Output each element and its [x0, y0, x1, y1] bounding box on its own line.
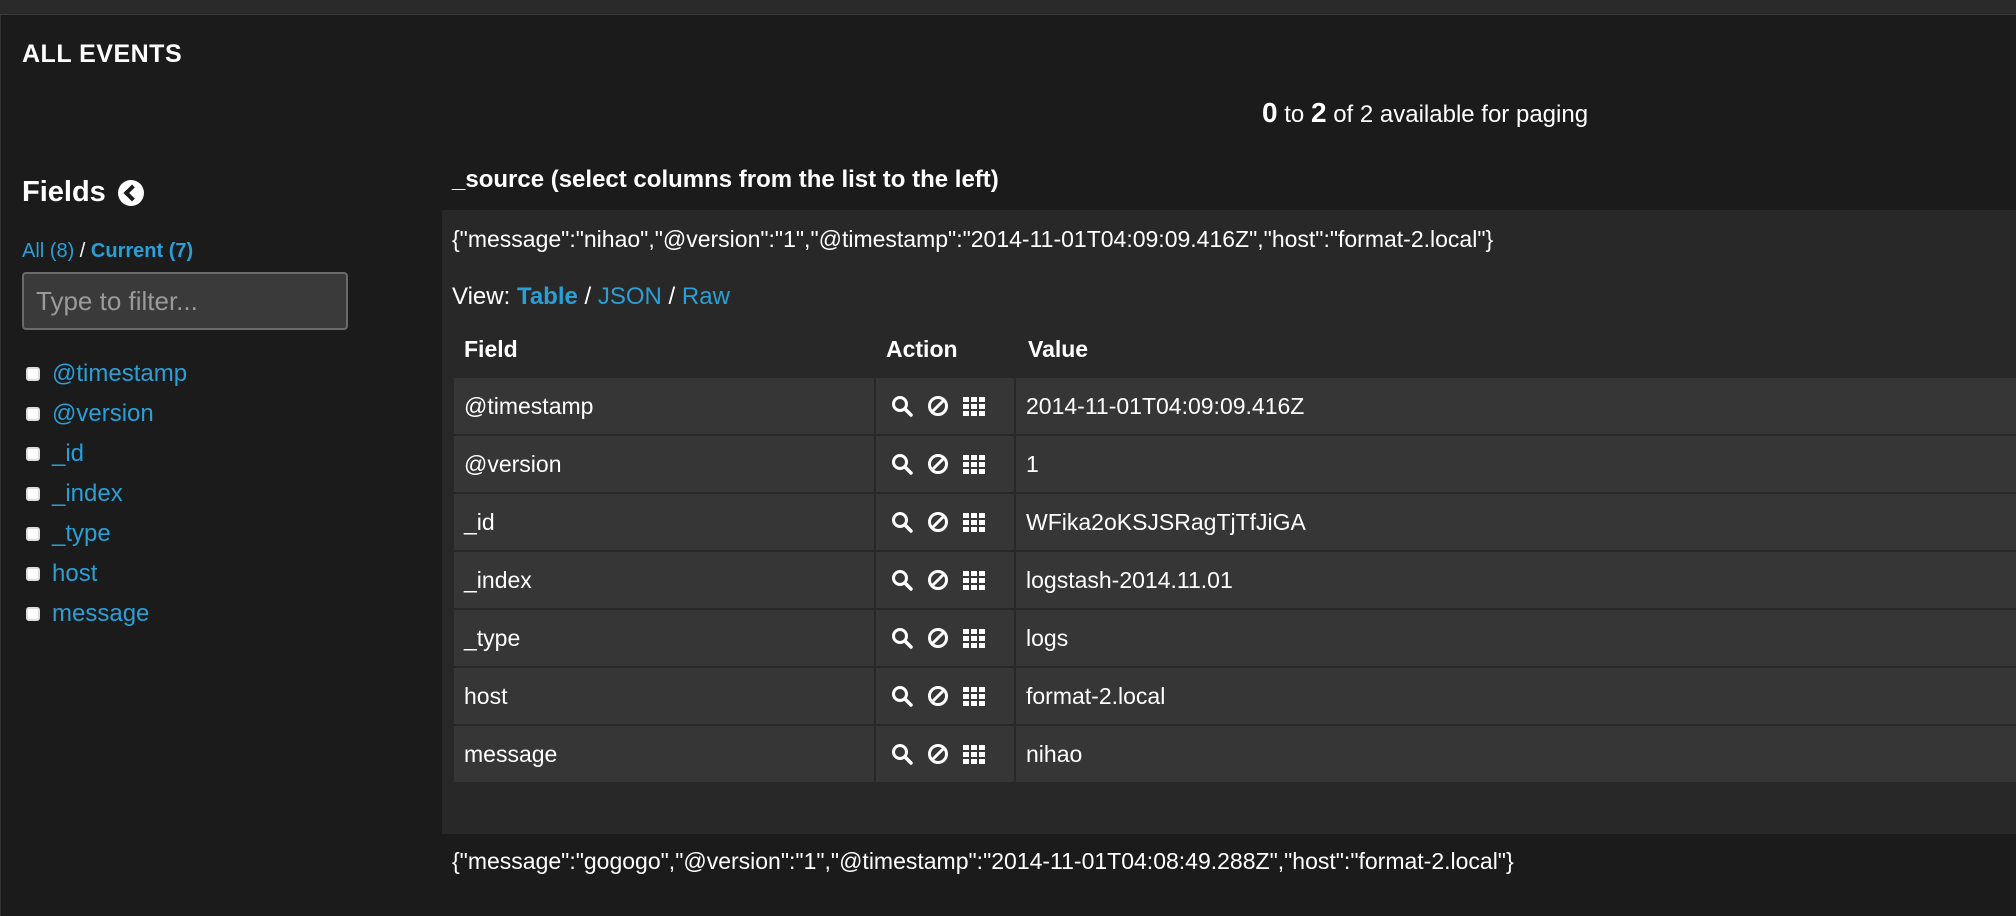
search-icon[interactable] — [890, 684, 914, 708]
fields-title: Fields — [22, 176, 106, 208]
field-name-cell: host — [454, 668, 874, 724]
table-row: _type logs — [454, 610, 2016, 666]
field-link[interactable]: _type — [52, 520, 111, 548]
column-header-action: Action — [886, 336, 958, 362]
th-grid-icon[interactable] — [962, 626, 986, 650]
field-link[interactable]: host — [52, 560, 97, 588]
th-grid-icon[interactable] — [962, 568, 986, 592]
tab-current-fields[interactable]: Current (7) — [91, 240, 193, 262]
ban-icon[interactable] — [926, 684, 950, 708]
paging-info: 0 to 2 of 2 available for paging — [1262, 97, 1588, 129]
field-name-cell: _type — [454, 610, 874, 666]
paging-rest: of 2 available for paging — [1333, 101, 1589, 128]
panel-title: ALL EVENTS — [22, 40, 183, 68]
field-value-cell: WFika2oKSJSRagTjTfJiGA — [1016, 494, 2016, 550]
field-filter-input[interactable] — [22, 272, 348, 330]
paging-to: 2 — [1310, 97, 1327, 128]
field-name-cell: @timestamp — [454, 378, 874, 434]
view-label: View: — [452, 283, 511, 310]
field-value-cell: nihao — [1016, 726, 2016, 782]
ban-icon[interactable] — [926, 394, 950, 418]
field-checkbox[interactable] — [26, 447, 40, 461]
search-icon[interactable] — [890, 394, 914, 418]
field-filter-tabs: All (8) / Current (7) — [22, 240, 193, 263]
ban-icon[interactable] — [926, 742, 950, 766]
search-icon[interactable] — [890, 452, 914, 476]
ban-icon[interactable] — [926, 626, 950, 650]
field-checkbox[interactable] — [26, 607, 40, 621]
field-value-cell: logstash-2014.11.01 — [1016, 552, 2016, 608]
event-source-json[interactable]: {"message":"nihao","@version":"1","@time… — [452, 226, 1493, 253]
paging-from: 0 — [1262, 97, 1278, 128]
field-list-item: message — [26, 594, 187, 634]
field-list-item: _id — [26, 434, 187, 474]
field-name-cell: message — [454, 726, 874, 782]
table-row: host format-2.local — [454, 668, 2016, 724]
tab-separator: / — [79, 240, 86, 262]
field-list-item: @timestamp — [26, 354, 187, 394]
field-checkbox[interactable] — [26, 407, 40, 421]
search-icon[interactable] — [890, 742, 914, 766]
event-source-json[interactable]: {"message":"gogogo","@version":"1","@tim… — [452, 848, 1514, 875]
top-bar — [0, 0, 2016, 15]
search-icon[interactable] — [890, 568, 914, 592]
ban-icon[interactable] — [926, 452, 950, 476]
field-link[interactable]: message — [52, 600, 149, 628]
source-column-header: _source (select columns from the list to… — [452, 166, 999, 193]
field-checkbox[interactable] — [26, 367, 40, 381]
field-list-item: _index — [26, 474, 187, 514]
view-separator: / — [668, 283, 676, 310]
table-row: _id WFika2oKSJSRagTjTfJiGA — [454, 494, 2016, 550]
th-grid-icon[interactable] — [962, 394, 986, 418]
view-separator: / — [584, 283, 592, 310]
search-icon[interactable] — [890, 626, 914, 650]
table-row: _index logstash-2014.11.01 — [454, 552, 2016, 608]
action-cell — [876, 726, 1014, 782]
action-cell — [876, 552, 1014, 608]
paging-to-word: to — [1284, 101, 1305, 128]
field-link[interactable]: _index — [52, 480, 123, 508]
action-cell — [876, 436, 1014, 492]
field-name-cell: _index — [454, 552, 874, 608]
column-header-field: Field — [464, 336, 518, 362]
th-grid-icon[interactable] — [962, 510, 986, 534]
ban-icon[interactable] — [926, 568, 950, 592]
field-list-item: host — [26, 554, 187, 594]
th-grid-icon[interactable] — [962, 684, 986, 708]
collapse-sidebar-icon[interactable] — [117, 179, 144, 206]
field-value-cell: 2014-11-01T04:09:09.416Z — [1016, 378, 2016, 434]
field-checkbox[interactable] — [26, 487, 40, 501]
field-name-cell: @version — [454, 436, 874, 492]
field-name-cell: _id — [454, 494, 874, 550]
action-cell — [876, 610, 1014, 666]
field-value-cell: format-2.local — [1016, 668, 2016, 724]
fields-heading: Fields — [22, 176, 144, 209]
view-table-link[interactable]: Table — [517, 283, 578, 310]
field-link[interactable]: @timestamp — [52, 360, 187, 388]
action-cell — [876, 378, 1014, 434]
th-grid-icon[interactable] — [962, 452, 986, 476]
view-json-link[interactable]: JSON — [598, 283, 662, 310]
view-switch: View: Table / JSON / Raw — [452, 283, 730, 311]
field-list-item: @version — [26, 394, 187, 434]
action-cell — [876, 494, 1014, 550]
field-checkbox[interactable] — [26, 567, 40, 581]
view-raw-link[interactable]: Raw — [682, 283, 730, 310]
field-value-cell: 1 — [1016, 436, 2016, 492]
table-row: @timestamp 2014-11-01T04:09:09.416Z — [454, 378, 2016, 434]
field-list-item: _type — [26, 514, 187, 554]
tab-all-fields[interactable]: All (8) — [22, 240, 74, 262]
table-row: message nihao — [454, 726, 2016, 782]
field-value-cell: logs — [1016, 610, 2016, 666]
field-list: @timestamp @version _id _index _typehost mess… — [26, 354, 187, 634]
ban-icon[interactable] — [926, 510, 950, 534]
field-link[interactable]: _id — [52, 440, 84, 468]
column-header-value: Value — [1028, 336, 1089, 362]
table-row: @version 1 — [454, 436, 2016, 492]
action-cell — [876, 668, 1014, 724]
th-grid-icon[interactable] — [962, 742, 986, 766]
field-checkbox[interactable] — [26, 527, 40, 541]
field-link[interactable]: @version — [52, 400, 154, 428]
search-icon[interactable] — [890, 510, 914, 534]
